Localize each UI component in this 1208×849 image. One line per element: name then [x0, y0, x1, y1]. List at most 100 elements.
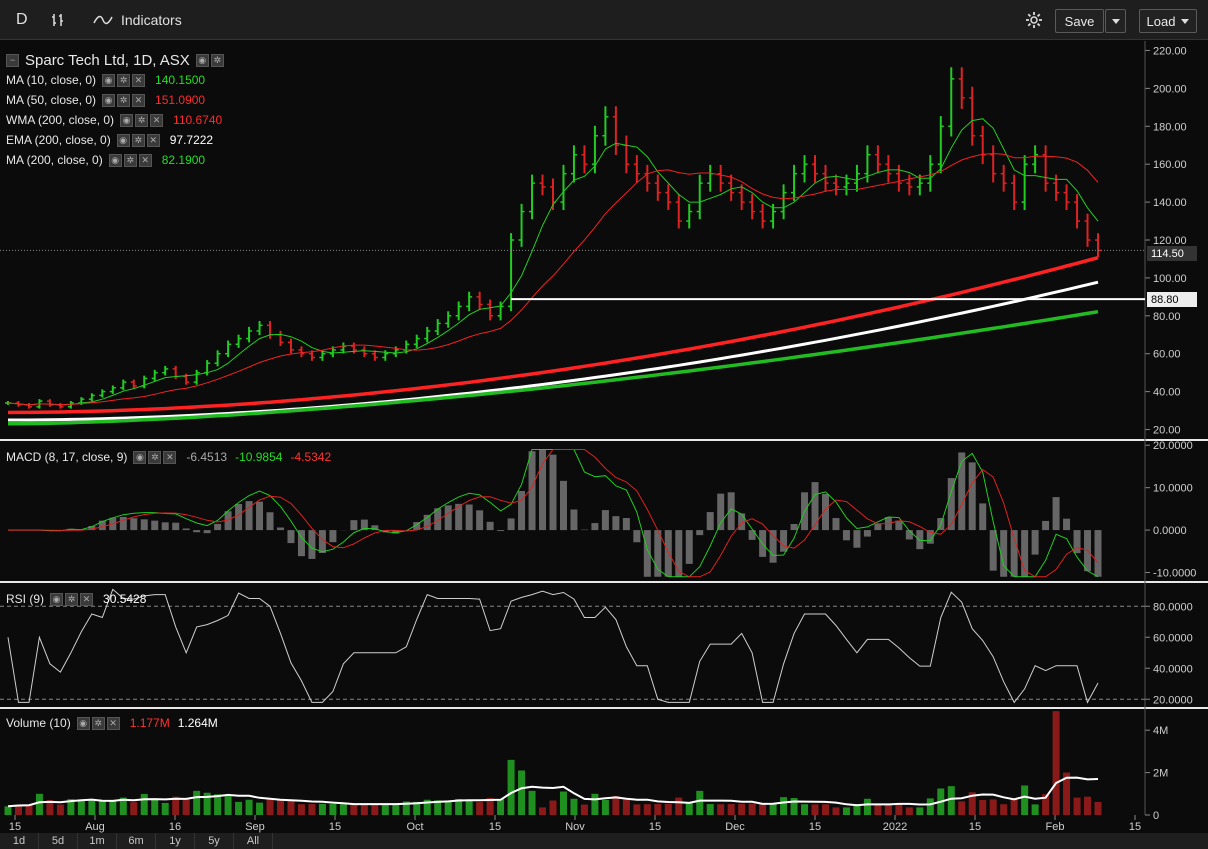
- volume-bar: [140, 793, 148, 815]
- eye-icon[interactable]: ◉: [102, 93, 116, 107]
- candle: [1032, 145, 1039, 174]
- eye-icon[interactable]: ◉: [120, 113, 134, 127]
- close-icon[interactable]: ✕: [150, 113, 164, 127]
- candle: [466, 291, 473, 312]
- volume-value: 1.177M: [129, 716, 170, 730]
- gear-icon[interactable]: ✲: [148, 450, 162, 464]
- eye-icon[interactable]: ◉: [102, 73, 116, 87]
- candle: [529, 174, 536, 220]
- volume-bar: [318, 803, 326, 815]
- volume-bar: [916, 807, 924, 815]
- macd-hist-bar: [842, 530, 850, 541]
- volume-bar: [842, 807, 850, 815]
- x-tick-label: 15: [809, 821, 821, 833]
- volume-bar: [654, 804, 662, 815]
- macd-hist-bar: [664, 530, 672, 577]
- eye-icon[interactable]: ◉: [133, 450, 147, 464]
- volume-bar: [381, 803, 389, 815]
- range-button[interactable]: 5y: [195, 833, 234, 849]
- macd-hist-bar: [549, 454, 557, 531]
- macd-hist-bar: [989, 530, 997, 571]
- volume-bar: [497, 799, 505, 815]
- macd-hist-bar: [958, 452, 966, 531]
- load-button[interactable]: Load: [1139, 9, 1197, 33]
- close-icon[interactable]: ✕: [146, 133, 160, 147]
- eye-icon[interactable]: ◉: [116, 133, 130, 147]
- candle: [612, 106, 619, 155]
- close-icon[interactable]: ✕: [132, 93, 146, 107]
- close-icon[interactable]: ✕: [106, 716, 120, 730]
- save-dropdown-button[interactable]: [1105, 9, 1126, 33]
- save-button[interactable]: Save: [1055, 9, 1104, 33]
- interval-button[interactable]: D: [16, 0, 28, 40]
- macd-hist-bar: [507, 518, 515, 531]
- volume-bar: [98, 800, 106, 815]
- volume-bar: [696, 790, 704, 815]
- macd-hist-bar: [790, 523, 798, 531]
- volume-bar: [151, 798, 159, 815]
- eye-icon[interactable]: ◉: [76, 716, 90, 730]
- candle: [1084, 213, 1091, 247]
- candle: [57, 403, 64, 409]
- close-icon[interactable]: ✕: [80, 592, 94, 606]
- eye-icon[interactable]: ◉: [195, 53, 209, 67]
- volume-bar: [905, 807, 913, 815]
- gear-icon[interactable]: ✲: [135, 113, 149, 127]
- macd-hist-bar: [622, 518, 630, 531]
- volume-bar: [235, 801, 243, 815]
- range-button[interactable]: 5d: [39, 833, 78, 849]
- candle: [476, 291, 483, 310]
- gear-icon[interactable]: ✲: [117, 93, 131, 107]
- gear-icon[interactable]: ✲: [65, 592, 79, 606]
- eye-icon[interactable]: ◉: [108, 153, 122, 167]
- gear-icon[interactable]: ✲: [123, 153, 137, 167]
- y-tick-label: 0.0000: [1153, 525, 1187, 537]
- macd-hist-bar: [182, 528, 190, 531]
- y-tick-label: 10.0000: [1153, 483, 1193, 495]
- macd-hist-bar: [874, 523, 882, 531]
- range-button[interactable]: All: [234, 833, 273, 849]
- range-selector: 1d 5d 1m 6m 1y 5y All: [0, 833, 1208, 849]
- gear-icon[interactable]: ✲: [131, 133, 145, 147]
- volume-bar: [130, 802, 138, 815]
- candle: [455, 301, 462, 321]
- range-button[interactable]: 1y: [156, 833, 195, 849]
- macd-hist-bar: [863, 530, 871, 537]
- collapse-icon[interactable]: −: [6, 53, 19, 67]
- volume-bar: [528, 790, 536, 815]
- y-tick-label: 4M: [1153, 725, 1168, 737]
- compare-icon[interactable]: [50, 0, 66, 40]
- close-icon[interactable]: ✕: [163, 450, 177, 464]
- candle: [445, 311, 452, 328]
- settings-gear-icon[interactable]: [1024, 0, 1044, 40]
- rsi-legend: RSI (9) ◉ ✲ ✕ 30.5428: [6, 591, 146, 607]
- candle: [1095, 233, 1101, 257]
- y-tick-label: 0: [1153, 810, 1159, 822]
- macd-hist-bar: [329, 530, 337, 543]
- range-button[interactable]: 1d: [0, 833, 39, 849]
- macd-hist-bar: [780, 530, 788, 552]
- indicators-button[interactable]: Indicators: [93, 0, 182, 40]
- gear-icon[interactable]: ✲: [91, 716, 105, 730]
- close-icon[interactable]: ✕: [132, 73, 146, 87]
- volume-bar: [277, 800, 284, 815]
- candle: [413, 334, 420, 348]
- candle: [235, 334, 242, 348]
- candle: [633, 155, 640, 183]
- volume-bar: [224, 795, 232, 815]
- macd-legend: MACD (8, 17, close, 9) ◉ ✲ ✕ -6.4513 -10…: [6, 449, 331, 465]
- volume-ma-value: 1.264M: [177, 716, 218, 730]
- gear-icon[interactable]: ✲: [117, 73, 131, 87]
- gear-icon[interactable]: ✲: [210, 53, 224, 67]
- candle: [906, 174, 913, 196]
- range-button[interactable]: 6m: [117, 833, 156, 849]
- range-button[interactable]: 1m: [78, 833, 117, 849]
- macd-hist-bar: [308, 530, 316, 559]
- close-icon[interactable]: ✕: [138, 153, 152, 167]
- eye-icon[interactable]: ◉: [50, 592, 64, 606]
- volume-bar: [727, 804, 735, 815]
- candle: [497, 301, 504, 321]
- y-tick-label: 20.0000: [1153, 694, 1193, 706]
- candle: [1063, 184, 1070, 211]
- macd-hist-bar: [1042, 520, 1050, 531]
